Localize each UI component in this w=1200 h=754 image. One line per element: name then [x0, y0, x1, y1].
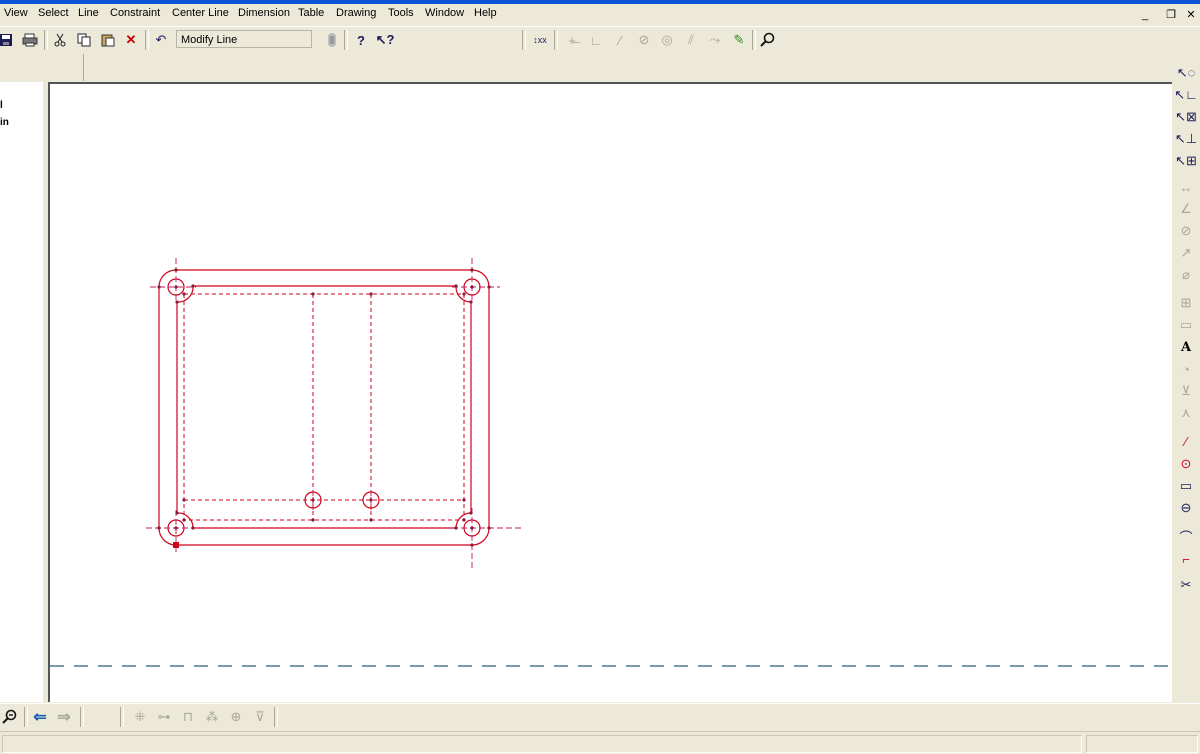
undo-icon[interactable]: ↶ [151, 30, 171, 50]
panel-text-line2: in [0, 117, 9, 128]
select-corner-icon[interactable]: ↖∟ [1174, 85, 1198, 105]
dim-diameter-icon[interactable]: ⌀ [1175, 265, 1197, 285]
toolbar-separator [24, 707, 28, 727]
menu-bar: View Select Line Constraint Center Line … [0, 4, 1200, 24]
text-icon[interactable]: A [1175, 337, 1197, 357]
drawing-canvas[interactable] [48, 82, 1172, 702]
select-box-icon[interactable]: ↖⊠ [1175, 107, 1197, 127]
copy-icon[interactable] [74, 30, 94, 50]
circle-tool-icon[interactable]: ⊙ [1175, 454, 1197, 474]
panel-splitter[interactable] [43, 82, 47, 702]
toolbar-separator [44, 30, 48, 50]
forward-arrow-icon[interactable]: ⇒ [54, 707, 74, 727]
line-tool-icon[interactable]: ⁄ [1175, 431, 1197, 451]
toolbar-separator [752, 30, 756, 50]
arc-tool-icon[interactable]: ⌒ [1175, 526, 1197, 546]
minimize-button[interactable]: _ [1138, 9, 1152, 22]
balloon-icon[interactable]: ◔ [1175, 359, 1197, 379]
tangent-icon[interactable]: ⊘ [634, 30, 654, 50]
fillet-tool-icon[interactable]: ⌐ [1175, 549, 1197, 569]
construction-rect-outer [183, 293, 465, 521]
node-icon[interactable]: ⁜ [130, 707, 150, 727]
layer-icon[interactable] [322, 30, 342, 50]
toolbar-separator [80, 707, 84, 727]
paste-icon[interactable] [98, 30, 118, 50]
symmetry-icon[interactable]: ⤳ [705, 30, 725, 50]
save-icon[interactable] [0, 30, 16, 50]
menu-view[interactable]: View [4, 7, 28, 19]
delete-icon[interactable]: ✕ [121, 30, 141, 50]
sketch-tools-toolbar: ↖◌ ↖∟ ↖⊠ ↖⊥ ↖⊞ ↔ ∠ ⊘ ↗ ⌀ ⊞ ▭ A ◔ ⊻ ⋏ ⁄ ⊙… [1172, 60, 1200, 702]
solve-icon[interactable]: ✎ [729, 30, 749, 50]
pin-icon[interactable]: ⊓ [178, 707, 198, 727]
note-box-icon[interactable]: ▭ [1175, 315, 1197, 335]
toolbar-separator [554, 30, 558, 50]
sketch-vertices [157, 268, 491, 547]
toolbar-separator [344, 30, 348, 50]
menu-tools[interactable]: Tools [388, 7, 414, 19]
table-icon[interactable]: ⊞ [1175, 293, 1197, 313]
bottom-toolbar: ⇐ ⇒ ⁜ ⊶ ⊓ ⁂ ⊕ ⊽ [0, 703, 1200, 731]
status-bar [0, 731, 1200, 754]
cut-icon[interactable] [50, 30, 70, 50]
dim-label-icon[interactable]: ↗ [1175, 243, 1197, 263]
cluster-icon[interactable]: ⁂ [202, 707, 222, 727]
select-group-icon[interactable]: ↖⊞ [1175, 151, 1197, 171]
rectangle-tool-icon[interactable]: ▭ [1175, 476, 1197, 496]
menu-center-line[interactable]: Center Line [172, 7, 229, 19]
select-arc-icon[interactable]: ↖◌ [1175, 63, 1197, 83]
funnel-icon[interactable]: ⊽ [250, 707, 270, 727]
horizontal-icon[interactable]: +̶ [562, 30, 582, 50]
dimension-xx-icon[interactable]: ↕xx [530, 30, 550, 50]
menu-table[interactable]: Table [298, 7, 324, 19]
surface-icon[interactable]: ⋏ [1175, 403, 1197, 423]
select-dim-icon[interactable]: ↖⊥ [1175, 129, 1197, 149]
zoom-out-icon[interactable] [0, 707, 20, 727]
connector-icon[interactable]: ⊶ [154, 707, 174, 727]
tab-strip [0, 54, 1200, 81]
model-tree-panel: l in [0, 82, 43, 702]
menu-drawing[interactable]: Drawing [336, 7, 376, 19]
perpendicular-icon[interactable]: ∟ [586, 30, 606, 50]
toolbar-separator [522, 30, 526, 50]
restore-button[interactable]: ❐ [1164, 9, 1178, 22]
dim-angle-icon[interactable]: ∠ [1175, 199, 1197, 219]
status-message-cell [2, 735, 1082, 753]
tab-strip-divider [83, 54, 84, 81]
toolbar-separator [120, 707, 124, 727]
dim-radius-icon[interactable]: ⊘ [1175, 221, 1197, 241]
main-toolbar: ✕ ↶ Modify Line ? ↖? ↕xx +̶ ∟ ⁄ ⊘ ◎ ⫽ ⤳ … [0, 26, 1200, 55]
target-icon[interactable]: ⊕ [226, 707, 246, 727]
concentric-icon[interactable]: ◎ [657, 30, 677, 50]
status-info-cell [1086, 735, 1198, 753]
menu-help[interactable]: Help [474, 7, 497, 19]
origin-marker [173, 542, 179, 548]
print-icon[interactable] [20, 30, 40, 50]
sketch-drawing [50, 258, 1172, 667]
panel-text-line1: l [0, 100, 3, 111]
toolbar-separator [145, 30, 149, 50]
ellipse-tool-icon[interactable]: ⊖ [1175, 498, 1197, 518]
inner-profile [176, 285, 472, 529]
weld-icon[interactable]: ⊻ [1175, 381, 1197, 401]
help-icon[interactable]: ? [351, 30, 371, 50]
menu-dimension[interactable]: Dimension [238, 7, 290, 19]
zoom-icon[interactable] [758, 30, 778, 50]
parallel-icon[interactable]: ⁄ [610, 30, 630, 50]
equal-icon[interactable]: ⫽ [681, 30, 701, 50]
dim-horizontal-icon[interactable]: ↔ [1175, 177, 1197, 197]
menu-constraint[interactable]: Constraint [110, 7, 160, 19]
close-button[interactable]: ✕ [1184, 9, 1198, 22]
whats-this-icon[interactable]: ↖? [375, 30, 395, 50]
menu-window[interactable]: Window [425, 7, 464, 19]
menu-select[interactable]: Select [38, 7, 69, 19]
back-arrow-icon[interactable]: ⇐ [30, 707, 50, 727]
toolbar-separator [274, 707, 278, 727]
menu-line[interactable]: Line [78, 7, 99, 19]
outer-profile [158, 269, 490, 546]
trim-tool-icon[interactable]: ✂ [1175, 575, 1197, 595]
command-field[interactable]: Modify Line [176, 30, 312, 48]
